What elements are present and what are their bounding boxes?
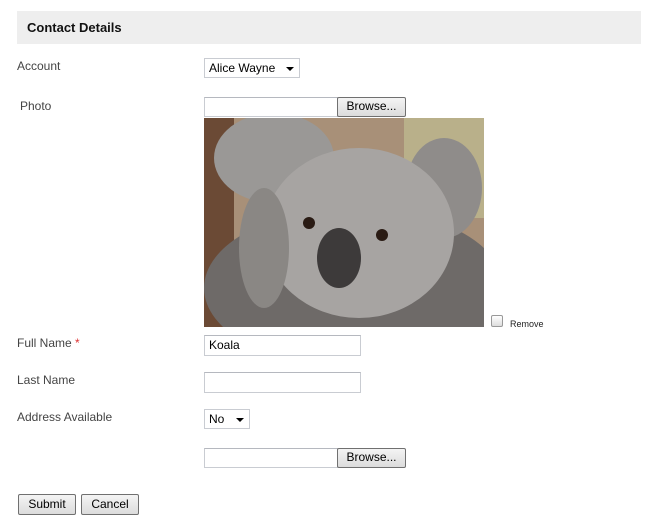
last-name-input[interactable]: [204, 372, 361, 393]
photo-label: Photo: [20, 99, 52, 113]
section-header: Contact Details: [17, 11, 641, 44]
account-value: Alice Wayne: [209, 61, 276, 75]
koala-eye: [376, 229, 388, 241]
address-available-value: No: [209, 412, 225, 426]
koala-head: [264, 148, 454, 318]
koala-nose: [317, 228, 361, 288]
submit-button[interactable]: Submit: [18, 494, 76, 515]
remove-photo-checkbox[interactable]: [491, 315, 503, 327]
address-browse-button[interactable]: Browse...: [337, 448, 406, 468]
photo-file-input[interactable]: [204, 97, 338, 117]
account-label: Account: [17, 59, 61, 73]
koala-photo: [204, 118, 484, 327]
account-select[interactable]: Alice Wayne: [204, 58, 300, 78]
required-marker: *: [75, 336, 80, 350]
address-file-input[interactable]: [204, 448, 338, 468]
koala-arm: [239, 188, 289, 308]
full-name-label-text: Full Name: [17, 336, 72, 350]
full-name-input[interactable]: Koala: [204, 335, 361, 356]
full-name-label: Full Name *: [17, 336, 80, 350]
chevron-down-icon: [286, 67, 294, 71]
koala-eye: [303, 217, 315, 229]
section-title: Contact Details: [27, 20, 122, 35]
cancel-button[interactable]: Cancel: [81, 494, 139, 515]
chevron-down-icon: [236, 418, 244, 422]
address-available-label: Address Available: [17, 410, 113, 424]
last-name-label: Last Name: [17, 373, 76, 387]
photo-browse-button[interactable]: Browse...: [337, 97, 406, 117]
remove-label: Remove: [510, 319, 544, 329]
address-available-select[interactable]: No: [204, 409, 250, 429]
